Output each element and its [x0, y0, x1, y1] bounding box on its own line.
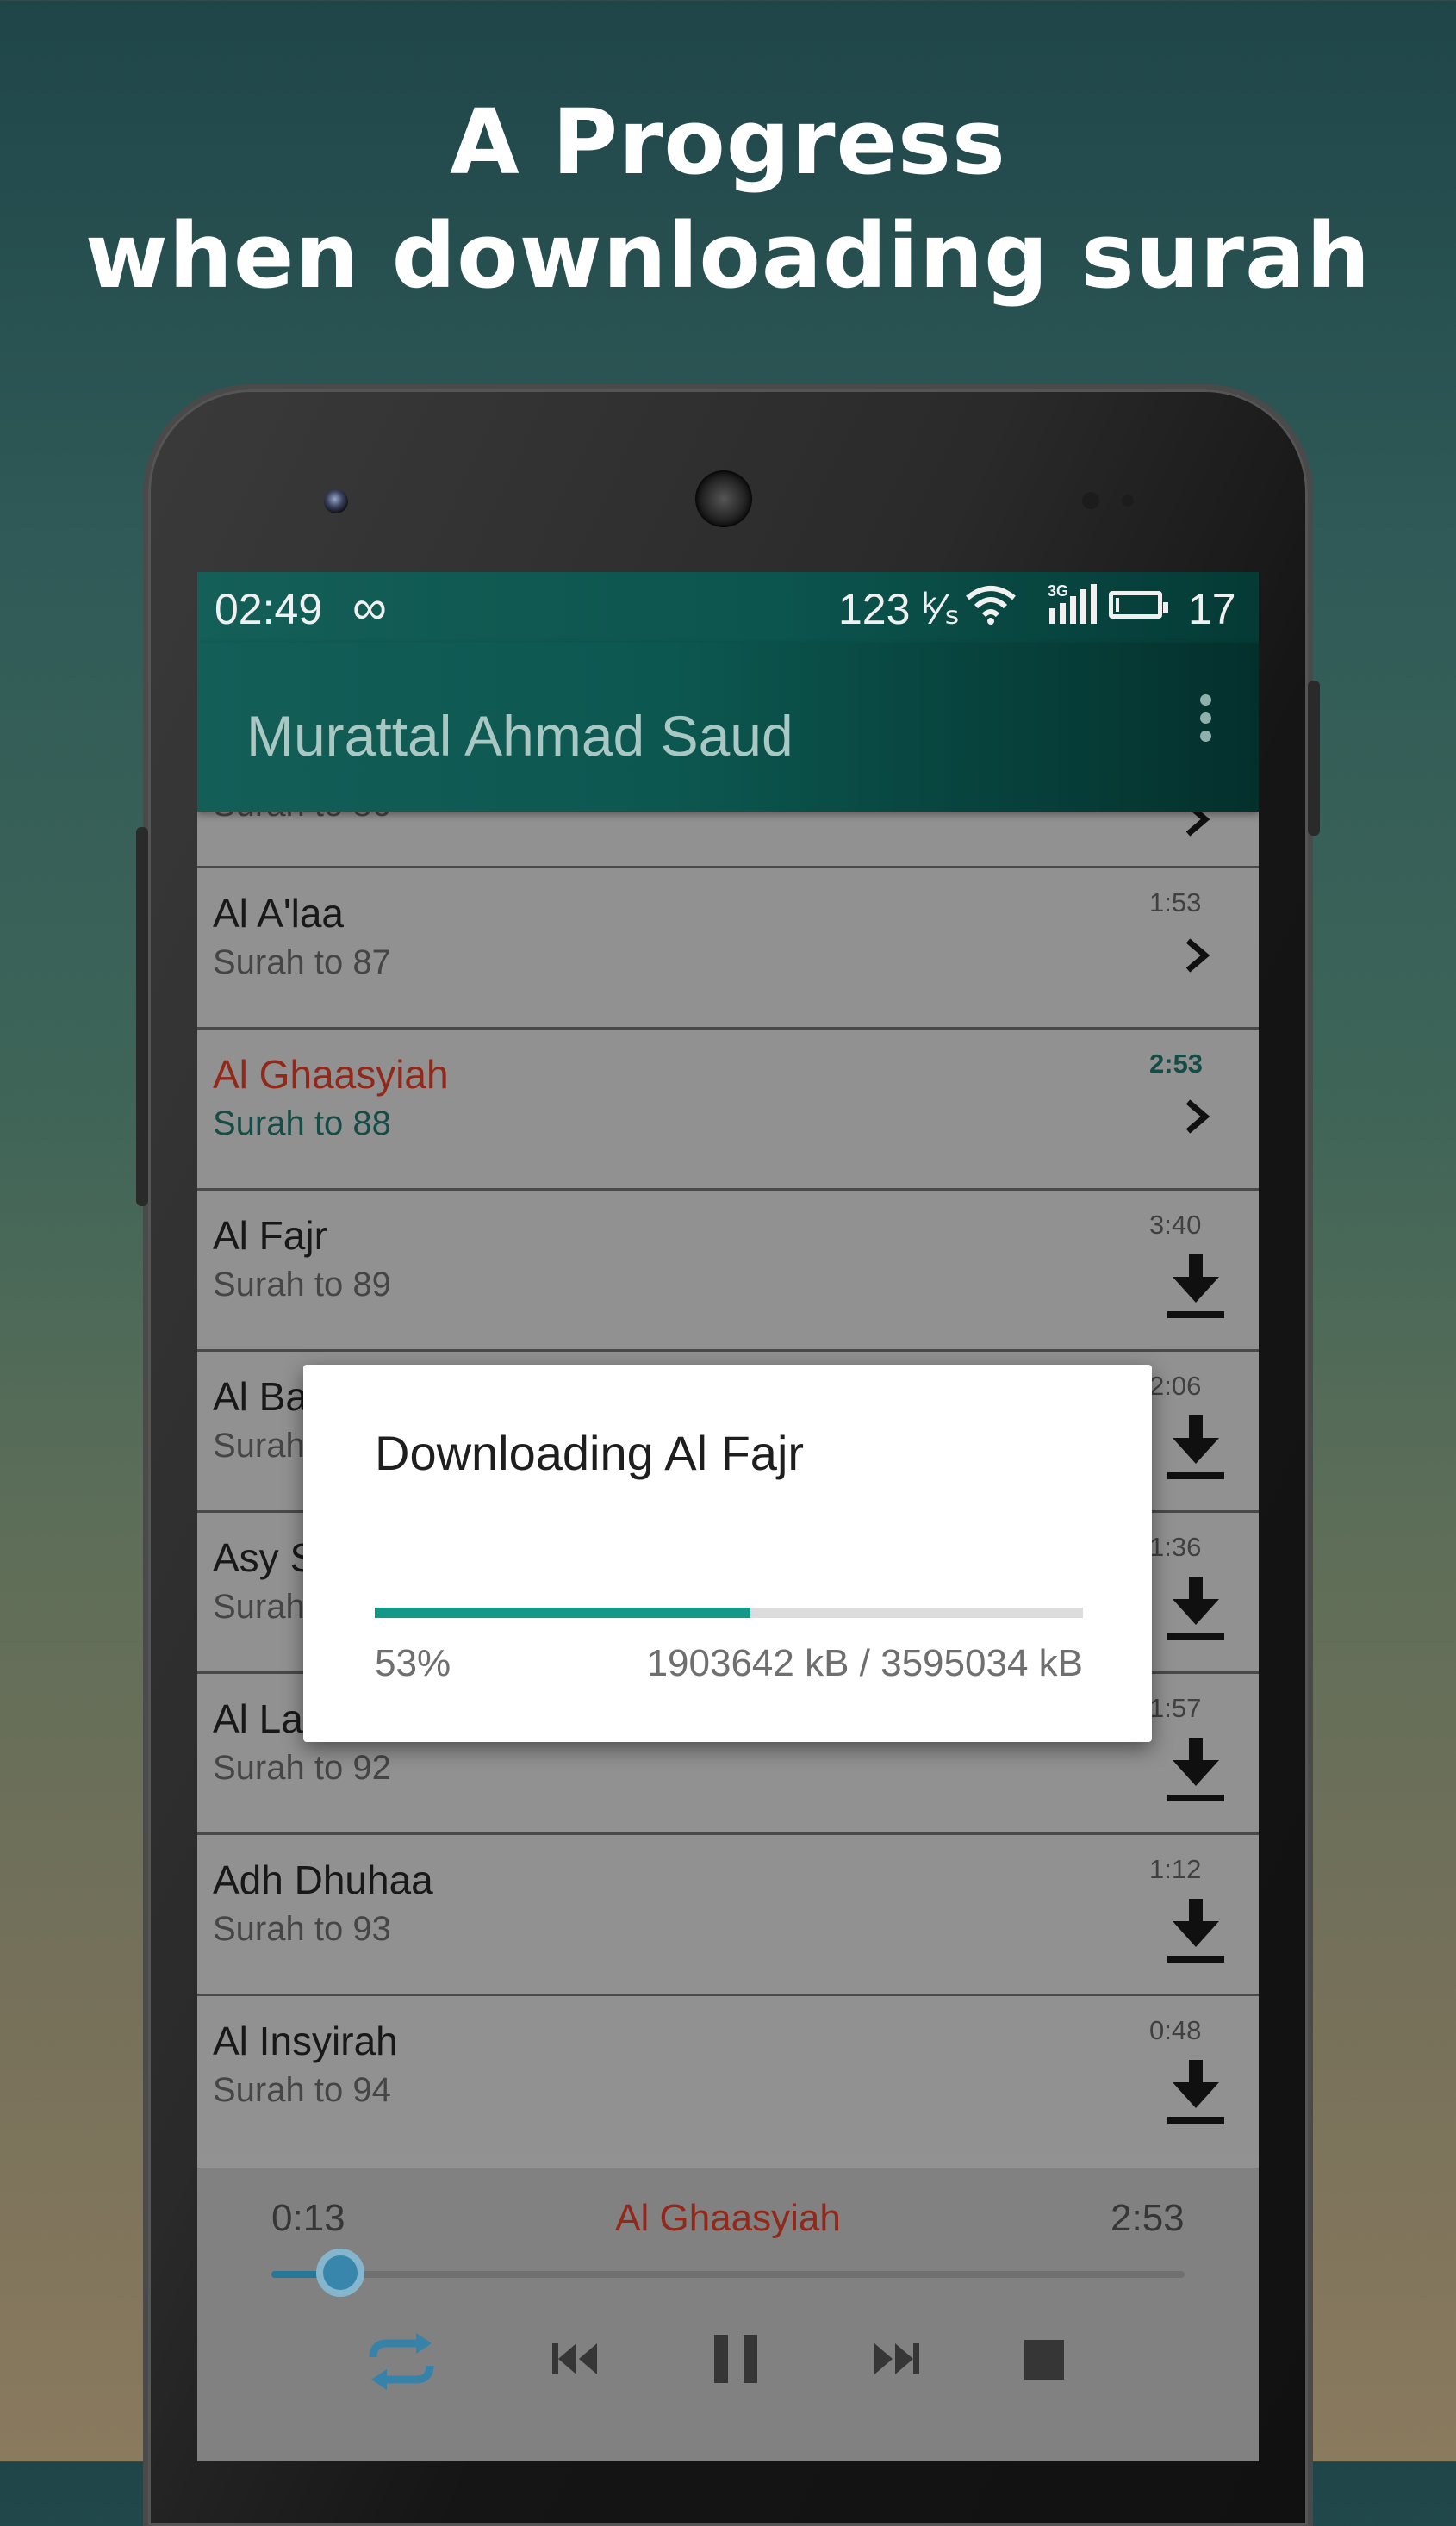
- app-bar: Murattal Ahmad Saud: [197, 643, 1259, 812]
- phone-screen: 02:49 ∞ 123 ᵏ⁄ₛ 3G 17 Murattal Ahmad Sau…: [197, 572, 1259, 2461]
- download-progress-dialog: Downloading Al Fajr 53% 1903642 kB / 359…: [303, 1365, 1152, 1742]
- overflow-menu-icon[interactable]: [1188, 689, 1223, 758]
- proximity-sensor: [1082, 492, 1099, 509]
- front-camera: [324, 489, 348, 513]
- promo-headline-line1: A Progress: [450, 90, 1006, 195]
- light-sensor: [1122, 495, 1134, 507]
- phone-volume-button: [136, 827, 148, 1206]
- download-bytes: 1903642 kB / 3595034 kB: [646, 1642, 1083, 1684]
- promo-headline-line2: when downloading surah: [84, 203, 1372, 308]
- phone-power-button: [1308, 681, 1320, 836]
- download-progress-bar: [375, 1608, 1083, 1618]
- download-percent: 53%: [375, 1642, 451, 1684]
- dialog-title: Downloading Al Fajr: [375, 1426, 805, 1480]
- earpiece-speaker: [695, 470, 752, 527]
- app-title: Murattal Ahmad Saud: [246, 704, 793, 768]
- download-progress-fill: [375, 1608, 750, 1618]
